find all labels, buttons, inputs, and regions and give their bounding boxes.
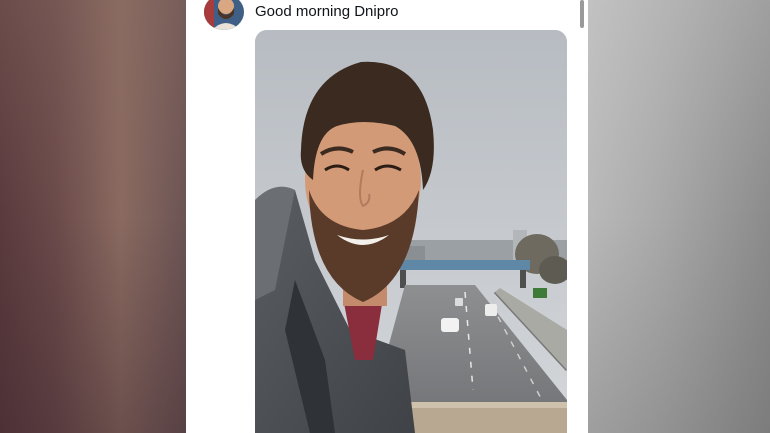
scrollbar[interactable] xyxy=(580,0,584,28)
video-frame: Good morning Dnipro xyxy=(0,0,770,433)
selfie-photo-icon xyxy=(255,30,567,433)
tweet-text: Good morning Dnipro xyxy=(255,3,399,20)
right-blurred-backdrop xyxy=(588,0,770,433)
left-blurred-backdrop xyxy=(0,0,186,433)
tweet-photo[interactable] xyxy=(255,30,567,433)
